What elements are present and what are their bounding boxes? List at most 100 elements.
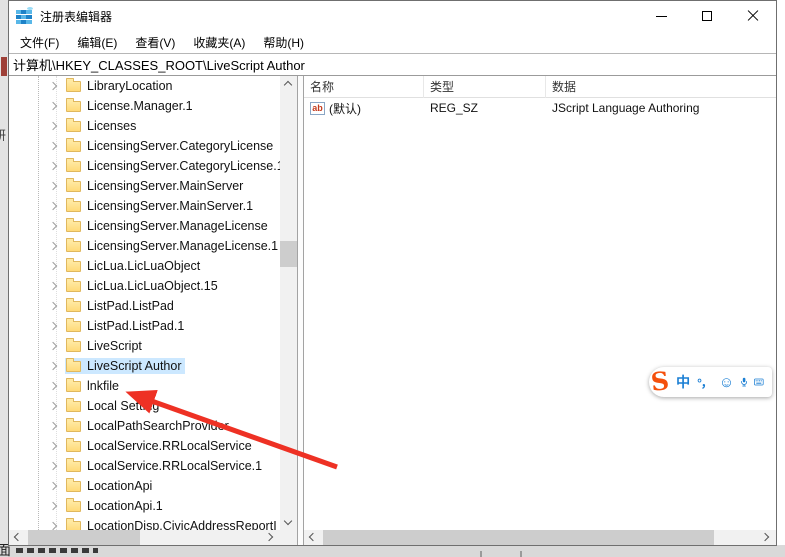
- expand-chevron-icon[interactable]: [49, 282, 58, 291]
- value-row[interactable]: ab(默认)REG_SZJScript Language Authoring: [304, 98, 776, 118]
- tree-item-locationapi[interactable]: LocationApi: [9, 476, 280, 496]
- expand-chevron-icon[interactable]: [49, 402, 58, 411]
- tree-item-locationdisp-civicaddressreporti[interactable]: LocationDisp.CivicAddressReportI: [9, 516, 280, 530]
- emoji-icon[interactable]: ☺: [719, 375, 734, 390]
- expand-chevron-icon[interactable]: [49, 142, 58, 151]
- microphone-icon[interactable]: [741, 374, 747, 390]
- tree-item-content[interactable]: LicensingServer.MainServer.1: [65, 198, 256, 214]
- tree-item-content[interactable]: LocalService.RRLocalService.1: [65, 458, 265, 474]
- scroll-right-button[interactable]: [263, 530, 280, 545]
- tree-item-livescript-author[interactable]: LiveScript Author: [9, 356, 280, 376]
- tree-horizontal-scrollbar[interactable]: [9, 530, 280, 545]
- tree-item-librarylocation[interactable]: LibraryLocation: [9, 76, 280, 96]
- tree-vertical-scrollbar[interactable]: [280, 76, 297, 530]
- expand-chevron-icon[interactable]: [49, 462, 58, 471]
- expand-chevron-icon[interactable]: [49, 502, 58, 511]
- scrollbar-thumb[interactable]: [280, 241, 297, 267]
- tree-item-content[interactable]: LibraryLocation: [65, 78, 175, 94]
- scrollbar-thumb[interactable]: [28, 530, 140, 545]
- tree-item-content[interactable]: Licenses: [65, 118, 139, 134]
- tree-item-content[interactable]: LicensingServer.ManageLicense: [65, 218, 271, 234]
- tree-item-liclua-licluaobject[interactable]: LicLua.LicLuaObject: [9, 256, 280, 276]
- expand-chevron-icon[interactable]: [49, 122, 58, 131]
- tree-item-livescript[interactable]: LiveScript: [9, 336, 280, 356]
- tree-item-content[interactable]: lnkfile: [65, 378, 122, 394]
- pane-splitter[interactable]: [297, 76, 304, 545]
- punctuation-icon[interactable]: °，: [697, 374, 712, 391]
- scroll-left-button[interactable]: [304, 530, 321, 545]
- expand-chevron-icon[interactable]: [49, 102, 58, 111]
- menu-item[interactable]: 帮助(H): [254, 31, 313, 54]
- minimize-button[interactable]: [638, 1, 684, 31]
- tree-item-listpad-listpad-1[interactable]: ListPad.ListPad.1: [9, 316, 280, 336]
- values-horizontal-scrollbar[interactable]: [304, 530, 776, 545]
- tree-item-content[interactable]: License.Manager.1: [65, 98, 196, 114]
- column-header-data[interactable]: 数据: [546, 76, 776, 98]
- tree-item-local-setting[interactable]: Local Setting: [9, 396, 280, 416]
- tree-item-content[interactable]: ListPad.ListPad.1: [65, 318, 187, 334]
- expand-chevron-icon[interactable]: [49, 322, 58, 331]
- menu-item[interactable]: 查看(V): [126, 31, 184, 54]
- expand-chevron-icon[interactable]: [49, 362, 58, 371]
- scroll-up-button[interactable]: [280, 76, 297, 91]
- scroll-right-button[interactable]: [759, 530, 776, 545]
- expand-chevron-icon[interactable]: [49, 422, 58, 431]
- tree-item-licensingserver-managelicense[interactable]: LicensingServer.ManageLicense: [9, 216, 280, 236]
- tree-item-content[interactable]: LicLua.LicLuaObject: [65, 258, 203, 274]
- tree-item-content[interactable]: LicensingServer.CategoryLicense: [65, 138, 276, 154]
- expand-chevron-icon[interactable]: [49, 382, 58, 391]
- address-input[interactable]: [9, 54, 776, 75]
- tree-item-locationapi-1[interactable]: LocationApi.1: [9, 496, 280, 516]
- tree-item-content[interactable]: LicensingServer.ManageLicense.1: [65, 238, 280, 254]
- expand-chevron-icon[interactable]: [49, 182, 58, 191]
- tree-item-localpathsearchprovider[interactable]: LocalPathSearchProvider: [9, 416, 280, 436]
- tree-item-licensingserver-mainserver-1[interactable]: LicensingServer.MainServer.1: [9, 196, 280, 216]
- scroll-left-button[interactable]: [9, 530, 26, 545]
- tree-item-license-manager-1[interactable]: License.Manager.1: [9, 96, 280, 116]
- sogou-logo-icon[interactable]: S: [650, 368, 671, 396]
- tree-item-content[interactable]: LiveScript: [65, 338, 145, 354]
- tree-item-licensingserver-mainserver[interactable]: LicensingServer.MainServer: [9, 176, 280, 196]
- tree-item-licensingserver-managelicense-1[interactable]: LicensingServer.ManageLicense.1: [9, 236, 280, 256]
- expand-chevron-icon[interactable]: [49, 82, 58, 91]
- tree-item-liclua-licluaobject-15[interactable]: LicLua.LicLuaObject.15: [9, 276, 280, 296]
- expand-chevron-icon[interactable]: [49, 262, 58, 271]
- maximize-button[interactable]: [684, 1, 730, 31]
- keyboard-icon[interactable]: [754, 376, 764, 388]
- tree-item-licensingserver-categorylicense-1[interactable]: LicensingServer.CategoryLicense.1: [9, 156, 280, 176]
- scrollbar-thumb[interactable]: [323, 530, 714, 545]
- expand-chevron-icon[interactable]: [49, 222, 58, 231]
- expand-chevron-icon[interactable]: [49, 522, 58, 531]
- tree-item-content[interactable]: LocalService.RRLocalService: [65, 438, 255, 454]
- menu-item[interactable]: 编辑(E): [68, 31, 126, 54]
- tree-item-licensingserver-categorylicense[interactable]: LicensingServer.CategoryLicense: [9, 136, 280, 156]
- tree-item-selected[interactable]: LiveScript Author: [65, 358, 185, 374]
- tree-item-content[interactable]: ListPad.ListPad: [65, 298, 177, 314]
- close-button[interactable]: [730, 1, 776, 31]
- menu-item[interactable]: 收藏夹(A): [184, 31, 254, 54]
- expand-chevron-icon[interactable]: [49, 242, 58, 251]
- expand-chevron-icon[interactable]: [49, 202, 58, 211]
- tree-item-lnkfile[interactable]: lnkfile: [9, 376, 280, 396]
- tree-item-content[interactable]: LicensingServer.MainServer: [65, 178, 246, 194]
- tree-item-licenses[interactable]: Licenses: [9, 116, 280, 136]
- expand-chevron-icon[interactable]: [49, 442, 58, 451]
- expand-chevron-icon[interactable]: [49, 162, 58, 171]
- column-header-name[interactable]: 名称: [304, 76, 424, 98]
- tree-item-content[interactable]: LicLua.LicLuaObject.15: [65, 278, 221, 294]
- menu-item[interactable]: 文件(F): [11, 31, 68, 54]
- tree-item-content[interactable]: LocalPathSearchProvider: [65, 418, 232, 434]
- expand-chevron-icon[interactable]: [49, 482, 58, 491]
- expand-chevron-icon[interactable]: [49, 342, 58, 351]
- tree-item-localservice-rrlocalservice[interactable]: LocalService.RRLocalService: [9, 436, 280, 456]
- expand-chevron-icon[interactable]: [49, 302, 58, 311]
- tree-item-localservice-rrlocalservice-1[interactable]: LocalService.RRLocalService.1: [9, 456, 280, 476]
- tree-item-listpad-listpad[interactable]: ListPad.ListPad: [9, 296, 280, 316]
- tree-item-content[interactable]: LocationApi.1: [65, 498, 166, 514]
- scroll-down-button[interactable]: [280, 515, 297, 530]
- tree-item-content[interactable]: LocationApi: [65, 478, 155, 494]
- tree-item-content[interactable]: LicensingServer.CategoryLicense.1: [65, 158, 280, 174]
- column-header-type[interactable]: 类型: [424, 76, 546, 98]
- tree-item-content[interactable]: LocationDisp.CivicAddressReportI: [65, 518, 280, 530]
- chinese-mode-icon[interactable]: 中: [676, 372, 690, 392]
